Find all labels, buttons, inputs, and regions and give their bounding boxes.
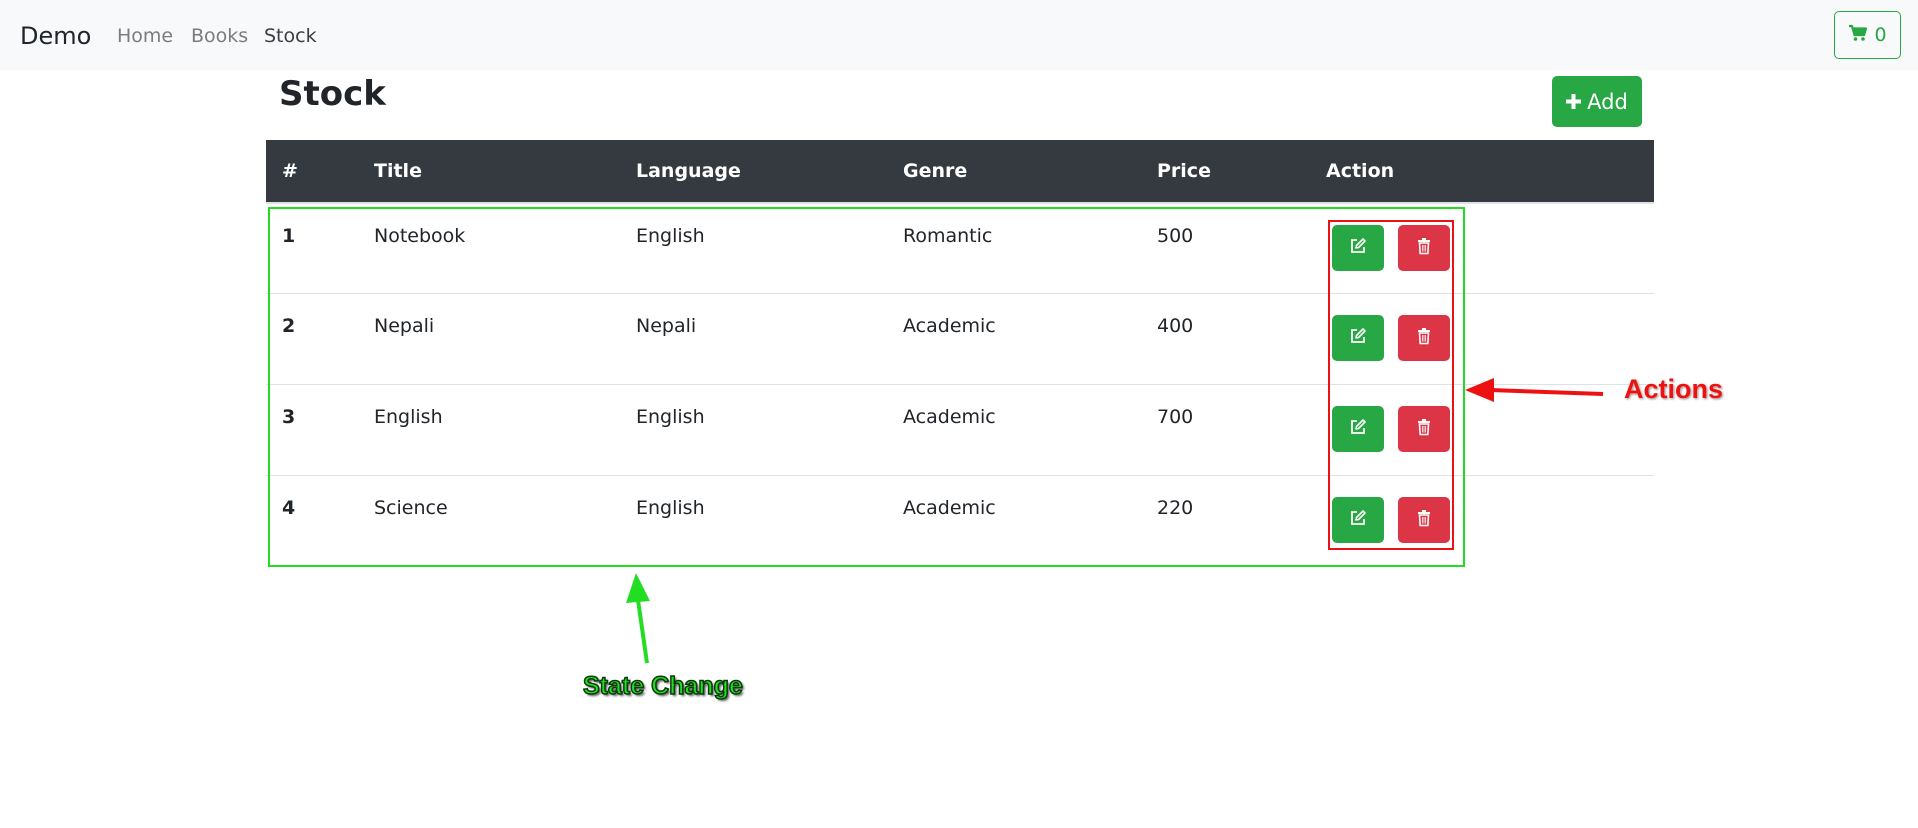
trash-icon	[1415, 509, 1433, 532]
nav-link-stock[interactable]: Stock	[264, 25, 317, 47]
delete-button[interactable]	[1398, 406, 1450, 452]
row-price: 700	[1157, 406, 1194, 428]
cart-icon	[1848, 24, 1868, 47]
brand-link[interactable]: Demo	[20, 22, 91, 50]
header-language: Language	[636, 160, 741, 182]
header-title: Title	[374, 160, 422, 182]
table-body: 1 Notebook English Romantic 500 2 Nepali…	[266, 202, 1654, 566]
add-button[interactable]: Add	[1552, 76, 1642, 127]
row-genre: Academic	[903, 497, 996, 519]
edit-icon-svg	[1351, 237, 1366, 253]
edit-icon	[1349, 509, 1367, 532]
delete-button[interactable]	[1398, 225, 1450, 271]
row-genre: Romantic	[903, 225, 993, 247]
nav-link-books[interactable]: Books	[191, 25, 248, 47]
row-number: 4	[282, 497, 296, 519]
trash-icon-svg	[1418, 327, 1430, 344]
table-row: 3 English English Academic 700	[266, 384, 1654, 475]
row-genre: Academic	[903, 406, 996, 428]
row-language: English	[636, 225, 705, 247]
trash-icon-svg	[1418, 418, 1430, 435]
row-title: Nepali	[374, 315, 435, 337]
plus-icon	[1566, 90, 1582, 114]
cart-button[interactable]: 0	[1834, 11, 1901, 59]
row-language: English	[636, 406, 705, 428]
edit-icon-svg	[1351, 418, 1366, 434]
plus-icon-svg	[1566, 93, 1582, 109]
stock-table: # Title Language Genre Price Action 1 No…	[266, 140, 1654, 566]
delete-button[interactable]	[1398, 315, 1450, 361]
edit-button[interactable]	[1332, 315, 1384, 361]
edit-icon-svg	[1351, 327, 1366, 343]
row-title: Notebook	[374, 225, 466, 247]
row-price: 500	[1157, 225, 1194, 247]
table-row: 1 Notebook English Romantic 500	[266, 202, 1654, 293]
header-price: Price	[1157, 160, 1211, 182]
edit-icon	[1349, 327, 1367, 350]
edit-icon-svg	[1351, 509, 1366, 525]
row-number: 1	[282, 225, 296, 247]
trash-icon	[1415, 237, 1433, 260]
row-number: 3	[282, 406, 296, 428]
cart-icon-svg	[1849, 24, 1868, 41]
table-header: # Title Language Genre Price Action	[266, 140, 1654, 202]
table-row: 4 Science English Academic 220	[266, 475, 1654, 566]
row-language: Nepali	[636, 315, 697, 337]
edit-button[interactable]	[1332, 497, 1384, 543]
row-price: 220	[1157, 497, 1194, 519]
row-title: English	[374, 406, 443, 428]
navbar: Demo Home Books Stock 0	[0, 0, 1918, 70]
state-change-annotation-label: State Change	[582, 671, 743, 701]
edit-button[interactable]	[1332, 406, 1384, 452]
row-price: 400	[1157, 315, 1194, 337]
edit-icon	[1349, 237, 1367, 260]
row-language: English	[636, 497, 705, 519]
trash-icon-svg	[1418, 509, 1430, 526]
delete-button[interactable]	[1398, 497, 1450, 543]
trash-icon-svg	[1418, 237, 1430, 254]
header-number: #	[282, 160, 298, 182]
actions-annotation-label: Actions	[1624, 374, 1724, 404]
edit-icon	[1349, 418, 1367, 441]
trash-icon	[1415, 418, 1433, 441]
edit-button[interactable]	[1332, 225, 1384, 271]
cart-count: 0	[1874, 24, 1887, 46]
add-button-label: Add	[1587, 89, 1628, 114]
header-genre: Genre	[903, 160, 968, 182]
header-action: Action	[1326, 160, 1395, 182]
row-genre: Academic	[903, 315, 996, 337]
nav-link-home[interactable]: Home	[117, 25, 173, 47]
state-change-arrow	[626, 573, 650, 664]
page-title: Stock	[279, 74, 386, 114]
trash-icon	[1415, 327, 1433, 350]
table-row: 2 Nepali Nepali Academic 400	[266, 293, 1654, 384]
row-number: 2	[282, 315, 296, 337]
row-title: Science	[374, 497, 448, 519]
